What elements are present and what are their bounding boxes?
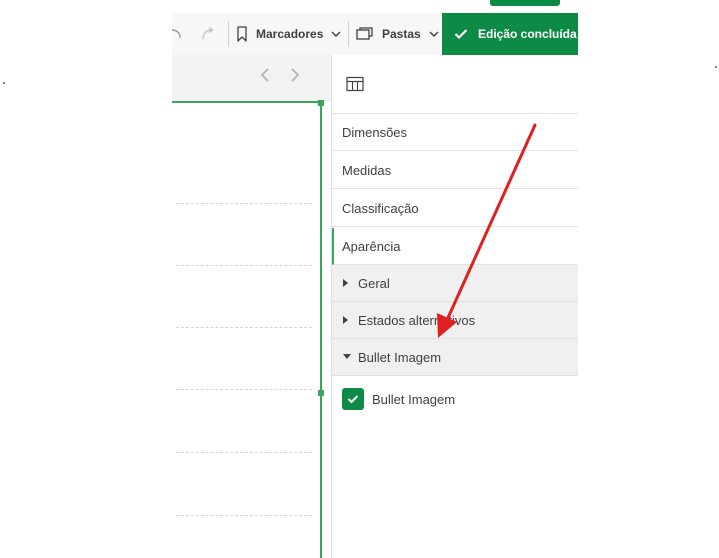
resize-handle[interactable] [318, 100, 324, 106]
panel-item-classificacao[interactable]: Classificação [332, 190, 578, 227]
section-bullet-imagem[interactable]: Bullet Imagem [332, 339, 578, 376]
check-icon [454, 28, 468, 40]
panel-item-label: Aparência [342, 238, 401, 254]
section-label: Estados alternativos [358, 312, 476, 328]
sheet-canvas [172, 55, 331, 558]
properties-panel: Dimensões Medidas Classificação Aparênci… [332, 55, 578, 558]
panel-item-label: Classificação [342, 200, 419, 216]
panel-item-dimensoes[interactable]: Dimensões [332, 114, 578, 151]
gridline [176, 327, 312, 328]
gridline [176, 452, 312, 453]
selected-object-border[interactable] [320, 101, 322, 558]
toolbar-divider [348, 21, 349, 47]
marcadores-button[interactable]: Marcadores [236, 13, 341, 55]
toolbar-divider [228, 21, 229, 47]
gridline [176, 389, 312, 390]
checkbox[interactable] [342, 388, 364, 410]
toolbar: Marcadores Pastas Edição concluída [171, 13, 578, 56]
pastas-label: Pastas [382, 27, 421, 41]
page: Marcadores Pastas Edição concluída Dimen… [0, 0, 719, 558]
done-label: Edição concluída [478, 27, 577, 41]
sheets-icon [356, 27, 374, 41]
top-button-stub[interactable] [490, 0, 560, 6]
checkbox-label: Bullet Imagem [372, 391, 456, 407]
panel-header [332, 55, 578, 114]
panel-item-medidas[interactable]: Medidas [332, 152, 578, 189]
panel-item-label: Medidas [342, 162, 392, 178]
chevron-down-icon [429, 29, 439, 39]
resize-handle[interactable] [318, 390, 324, 396]
stray-dot [3, 82, 5, 84]
section-estados-alternativos[interactable]: Estados alternativos [332, 302, 578, 339]
section-label: Geral [358, 275, 390, 291]
bullet-imagem-checkbox-row[interactable]: Bullet Imagem [342, 388, 455, 410]
bookmark-icon [236, 26, 248, 42]
marcadores-label: Marcadores [256, 27, 324, 41]
redo-icon[interactable] [198, 24, 218, 44]
section-geral[interactable]: Geral [332, 265, 578, 302]
undo-icon[interactable] [166, 24, 186, 44]
caret-down-icon [342, 353, 358, 361]
caret-right-icon [342, 315, 358, 325]
chevron-left-icon[interactable] [258, 67, 272, 88]
panel-item-aparencia[interactable]: Aparência [332, 228, 578, 265]
gridline [176, 515, 312, 516]
gridline [176, 203, 312, 204]
panel-item-label: Dimensões [342, 124, 408, 140]
edicao-concluida-button[interactable]: Edição concluída [442, 13, 578, 55]
chevron-right-icon[interactable] [288, 67, 302, 88]
canvas-header [172, 55, 331, 102]
selected-object-border [172, 101, 323, 103]
section-label: Bullet Imagem [358, 349, 442, 365]
stray-dot [715, 66, 717, 68]
gridline [176, 265, 312, 266]
pastas-button[interactable]: Pastas [356, 13, 439, 55]
table-icon [346, 76, 364, 97]
chevron-down-icon [331, 29, 341, 39]
caret-right-icon [342, 278, 358, 288]
